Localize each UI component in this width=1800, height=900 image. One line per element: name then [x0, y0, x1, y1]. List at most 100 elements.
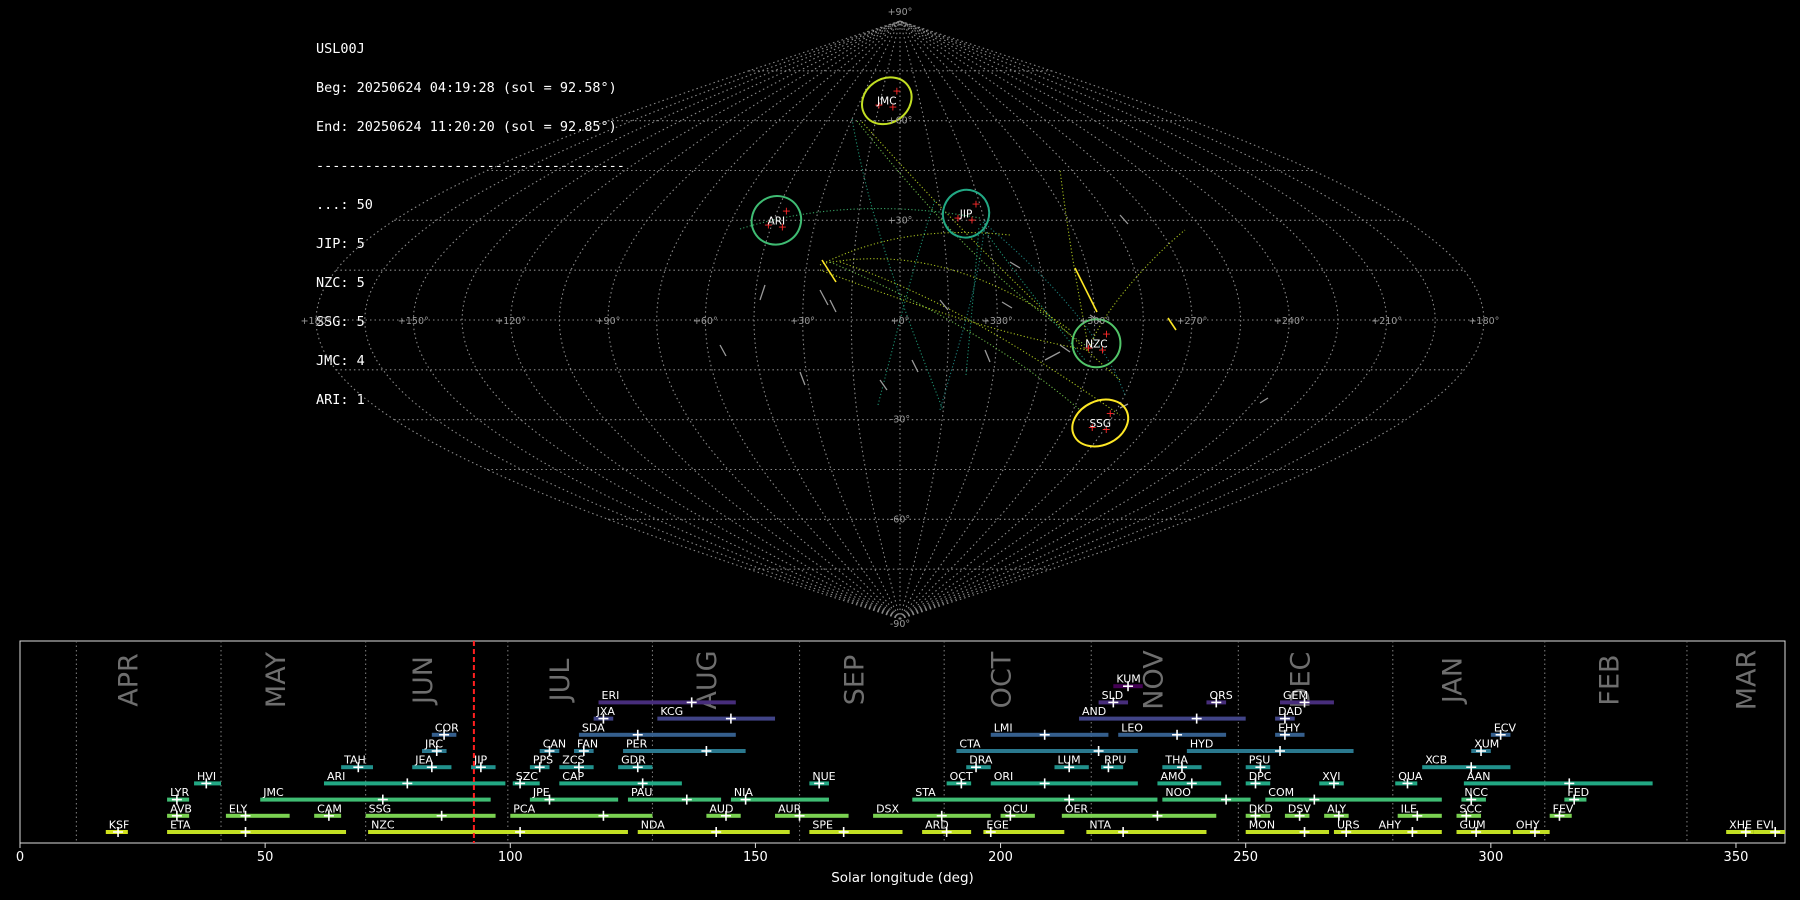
month-label: FEB: [1594, 654, 1625, 705]
shower-code-label: XHE: [1729, 819, 1752, 832]
meteor-track: [939, 219, 986, 411]
longitude-tick-label: +210°: [1371, 316, 1402, 327]
figure-canvas: + ++JMC+ ++ARI + ++JIP+ ++NZC+ ++SSG +180° +150…: [16, 7, 1786, 886]
shower-code-label: PSU: [1249, 754, 1271, 767]
shower-code-label: FED: [1567, 786, 1589, 799]
shower-code-label: AND: [1082, 705, 1106, 718]
radiant-marker: +: [971, 198, 980, 211]
shower-radiant-label: JIP: [959, 209, 973, 221]
shower-bar: [323, 781, 506, 786]
shower-code-label: DSV: [1288, 802, 1311, 815]
shower-code-label: DKD: [1249, 802, 1273, 815]
latitude-tick-label: +30°: [888, 215, 913, 226]
month-label: JUN: [408, 656, 439, 706]
x-tick-label: 200: [988, 850, 1013, 865]
shower-bar: [368, 830, 628, 834]
shower-bar: [956, 749, 1138, 753]
shower-code-label: ERI: [602, 689, 620, 702]
meteor-track: [1074, 267, 1098, 313]
longitude-tick-label: +90°: [596, 316, 621, 327]
latitude-tick-label: +60°: [888, 116, 913, 127]
shower-code-label: ECV: [1494, 721, 1517, 734]
longitude-tick-label: +330°: [982, 316, 1013, 327]
shower-code-label: COR: [435, 721, 459, 734]
shower-code-label: AVB: [170, 802, 192, 815]
month-label: SEP: [839, 655, 870, 705]
shower-code-label: ELY: [229, 802, 248, 815]
shower-code-label: AUD: [709, 802, 733, 815]
latitude-tick-label: -30°: [890, 415, 910, 426]
shower-code-label: EVI: [1756, 819, 1774, 832]
month-label: JAN: [1437, 657, 1468, 705]
shower-bar: [912, 797, 1158, 802]
shower-code-label: NUE: [812, 770, 835, 783]
shower-code-label: LEO: [1121, 721, 1143, 734]
sporadic-meteor: [1009, 261, 1021, 269]
meteor-track: [965, 225, 980, 376]
month-label: NOV: [1138, 650, 1169, 710]
shower-code-label: XCB: [1425, 754, 1447, 767]
shower-code-label: ZCS: [562, 754, 584, 767]
latitude-tick-label: +90°: [888, 7, 913, 18]
shower-code-label: AUR: [778, 802, 802, 815]
x-tick-label: 350: [1724, 850, 1749, 865]
shower-code-label: DAD: [1278, 705, 1302, 718]
shower-code-label: OCT: [950, 770, 973, 783]
sporadic-meteor: [829, 299, 837, 313]
shower-code-label: ORS: [1209, 689, 1232, 702]
shower-code-label: JMC: [262, 786, 284, 799]
shower-code-label: STA: [915, 786, 936, 799]
shower-code-label: GDR: [621, 754, 646, 767]
shower-code-label: RPU: [1104, 754, 1126, 767]
longitude-tick-label: +180°: [1469, 316, 1500, 327]
sporadic-meteor: [1044, 351, 1061, 361]
shower-code-label: JRC: [424, 738, 443, 751]
x-axis-label: Solar longitude (deg): [831, 870, 974, 886]
x-tick-label: 0: [16, 850, 24, 865]
shower-code-label: SLD: [1102, 689, 1124, 702]
shower-radiant-label: JMC: [876, 96, 897, 108]
shower-code-label: SSG: [369, 802, 392, 815]
shower-code-label: DSX: [876, 802, 899, 815]
shower-code-label: OCU: [1004, 802, 1028, 815]
month-label: MAY: [261, 651, 292, 708]
sporadic-meteor: [984, 349, 991, 363]
meteor-track: [877, 199, 936, 406]
sporadic-meteor: [799, 371, 806, 386]
meridian-line: [412, 20, 901, 620]
x-tick-label: 250: [1233, 850, 1258, 865]
shower-code-label: PER: [626, 738, 648, 751]
shower-code-label: JIP: [473, 754, 487, 767]
shower-code-label: JEA: [414, 754, 433, 767]
shower-code-label: ALY: [1327, 802, 1346, 815]
shower-code-label: KUM: [1116, 673, 1140, 686]
shower-code-label: XVI: [1322, 770, 1340, 783]
x-axis: 0 50 100 150 200 250 300 350: [16, 843, 1749, 865]
longitude-tick-label: +0°: [891, 316, 910, 327]
shower-code-label: GEM: [1283, 689, 1308, 702]
shower-code-label: ORI: [994, 770, 1014, 783]
x-tick-label: 300: [1478, 850, 1503, 865]
shower-code-label: KSF: [109, 819, 130, 832]
meridian-line: [802, 20, 901, 620]
shower-code-label: HVI: [197, 770, 216, 783]
shower-bar: [167, 830, 347, 834]
shower-code-label: COM: [1268, 786, 1294, 799]
shower-code-label: AAN: [1467, 770, 1491, 783]
sporadic-meteor: [1259, 397, 1269, 404]
shower-timeline-chart: APR MAY JUN JUL AUG SEP OCT NOV DEC JAN FEB MAR KSF…: [16, 640, 1786, 886]
longitude-tick-label: +150°: [398, 316, 429, 327]
shower-code-label: ARD: [925, 819, 949, 832]
shower-code-label: OHY: [1516, 819, 1540, 832]
meteor-track: [819, 269, 1089, 351]
shower-code-label: ILE: [1401, 802, 1417, 815]
longitude-tick-label: +60°: [693, 316, 718, 327]
month-label: MAR: [1732, 650, 1763, 711]
shower-code-label: DRA: [969, 754, 993, 767]
latitude-tick-label: -90°: [890, 619, 910, 630]
sporadic-meteor: [1119, 214, 1129, 225]
shower-code-label: FAN: [577, 738, 598, 751]
longitude-tick-label: +300°: [1079, 316, 1110, 327]
shower-code-label: ETA: [170, 819, 191, 832]
shower-radiant-label: NZC: [1085, 338, 1107, 350]
